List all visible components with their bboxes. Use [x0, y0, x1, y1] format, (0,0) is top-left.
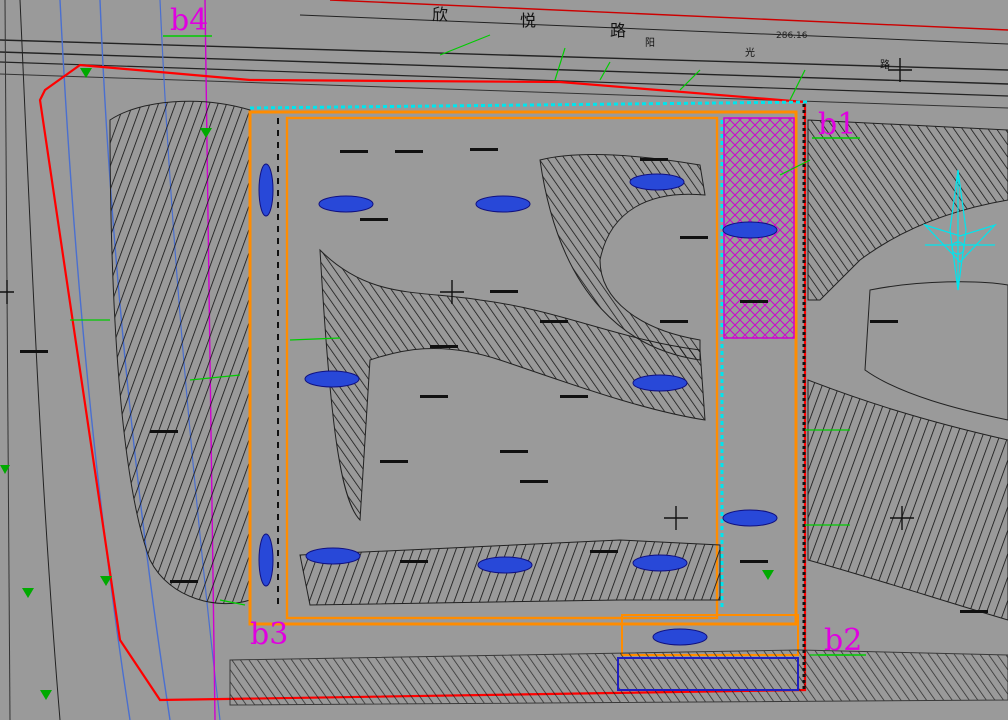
side-char-1: 阳	[645, 37, 655, 49]
road-char-1: 欣	[432, 5, 448, 24]
side-char-3: 路	[880, 58, 890, 71]
top-right-number: 286.16	[776, 31, 808, 41]
road-char-3: 路	[610, 21, 626, 40]
cad-site-plan: 欣 悦 路 阳 光 路 286.16 b4 b1 b2 b3	[0, 0, 1008, 720]
road-char-2: 悦	[520, 11, 536, 30]
corner-label-b2: b2	[824, 623, 862, 658]
corner-label-b4: b4	[170, 3, 208, 38]
corner-label-b1: b1	[818, 107, 856, 142]
corner-label-b3: b3	[250, 617, 288, 652]
side-char-2: 光	[745, 46, 755, 59]
